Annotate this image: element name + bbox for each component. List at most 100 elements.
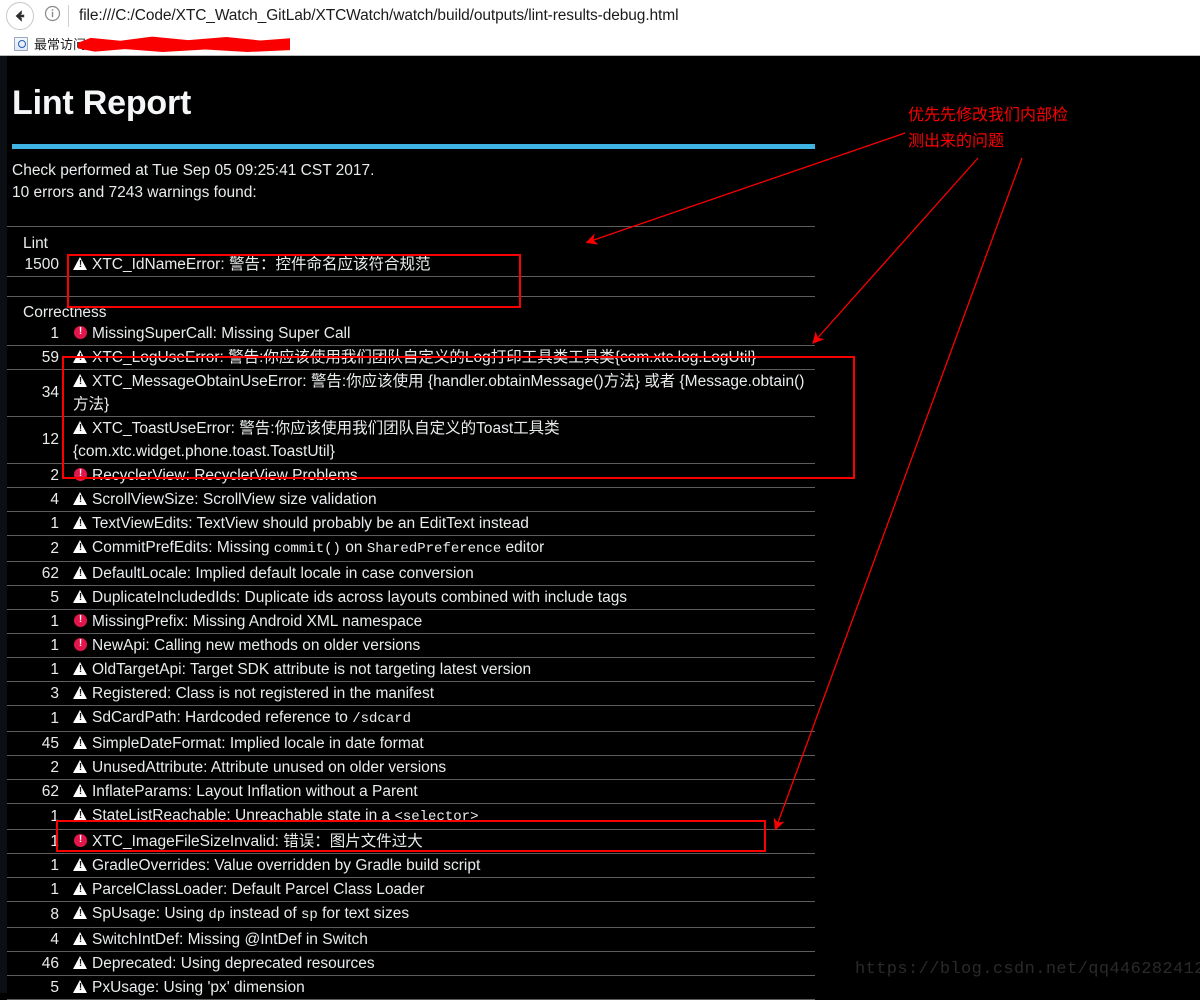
code-token: commit() — [273, 541, 341, 557]
issue-count: 1 — [7, 705, 69, 732]
issue-id[interactable]: UnusedAttribute: — [92, 759, 207, 776]
table-row[interactable]: 1 MissingPrefix: Missing Android XML nam… — [7, 609, 815, 634]
issue-description[interactable]: XTC_IdNameError: 警告：控件命名应该符合规范 — [69, 253, 815, 277]
issue-id[interactable]: Registered: — [92, 685, 171, 702]
table-row[interactable]: 5 PxUsage: Using 'px' dimension — [7, 975, 815, 1000]
issue-description[interactable]: Registered: Class is not registered in t… — [69, 681, 815, 706]
lint-report-page: Lint Report Check performed at Tue Sep 0… — [0, 56, 1200, 1000]
issue-description[interactable]: GradleOverrides: Value overridden by Gra… — [69, 853, 815, 878]
issue-description[interactable]: MissingPrefix: Missing Android XML names… — [69, 609, 815, 634]
error-circle-icon — [73, 467, 88, 482]
issue-description[interactable]: OldTargetApi: Target SDK attribute is no… — [69, 657, 815, 682]
issue-count: 2 — [7, 535, 69, 562]
table-row[interactable]: 5 DuplicateIncludedIds: Duplicate ids ac… — [7, 585, 815, 610]
issue-id[interactable]: SpUsage: — [92, 905, 160, 922]
table-row[interactable]: 4 SwitchIntDef: Missing @IntDef in Switc… — [7, 927, 815, 952]
issue-id[interactable]: DefaultLocale: — [92, 565, 191, 582]
url-bar-text[interactable]: file:///C:/Code/XTC_Watch_GitLab/XTCWatc… — [79, 7, 679, 25]
issue-description[interactable]: RecyclerView: RecyclerView Problems — [69, 463, 815, 488]
table-row[interactable]: 4 ScrollViewSize: ScrollView size valida… — [7, 487, 815, 512]
back-button[interactable] — [6, 2, 34, 30]
issue-text: Calling new methods on older versions — [154, 637, 421, 654]
issue-id[interactable]: SimpleDateFormat: — [92, 735, 226, 752]
issue-id[interactable]: TextViewEdits: — [92, 515, 193, 532]
issue-description[interactable]: XTC_ToastUseError: 警告:你应该使用我们团队自定义的Toast… — [69, 416, 815, 464]
issue-id[interactable]: CommitPrefEdits: — [92, 539, 213, 556]
issue-description[interactable]: XTC_ImageFileSizeInvalid: 错误：图片文件过大 — [69, 829, 815, 854]
issue-id[interactable]: SdCardPath: — [92, 709, 181, 726]
issue-text: Value overridden by Gradle build script — [214, 857, 481, 874]
issue-description[interactable]: CommitPrefEdits: Missing commit() on Sha… — [69, 535, 815, 562]
table-row[interactable]: 46 Deprecated: Using deprecated resource… — [7, 951, 815, 976]
issue-description[interactable]: XTC_MessageObtainUseError: 警告:你应该使用 {han… — [69, 369, 815, 417]
issue-description[interactable]: UnusedAttribute: Attribute unused on old… — [69, 755, 815, 780]
warning-triangle-icon — [73, 735, 88, 750]
table-row[interactable]: 12 XTC_ToastUseError: 警告:你应该使用我们团队自定义的To… — [7, 416, 815, 464]
issue-id[interactable]: Deprecated: — [92, 955, 176, 972]
issue-id[interactable]: XTC_ImageFileSizeInvalid: — [92, 833, 279, 850]
issue-id[interactable]: XTC_IdNameError: — [92, 256, 225, 273]
issue-id[interactable]: MissingSuperCall: — [92, 325, 217, 342]
issue-description[interactable]: DefaultLocale: Implied default locale in… — [69, 561, 815, 586]
table-row[interactable]: 1 OldTargetApi: Target SDK attribute is … — [7, 657, 815, 682]
issue-id[interactable]: NewApi: — [92, 637, 150, 654]
table-row[interactable]: 34 XTC_MessageObtainUseError: 警告:你应该使用 {… — [7, 369, 815, 417]
issue-description[interactable]: SpUsage: Using dp instead of sp for text… — [69, 901, 815, 928]
issue-description[interactable]: DuplicateIncludedIds: Duplicate ids acro… — [69, 585, 815, 610]
issue-description[interactable]: MissingSuperCall: Missing Super Call — [69, 322, 815, 346]
issue-id[interactable]: StateListReachable: — [92, 807, 231, 824]
issue-description[interactable]: Deprecated: Using deprecated resources — [69, 951, 815, 976]
issue-description[interactable]: StateListReachable: Unreachable state in… — [69, 803, 815, 830]
issue-id[interactable]: XTC_ToastUseError: — [92, 420, 235, 437]
table-row[interactable]: 2 UnusedAttribute: Attribute unused on o… — [7, 755, 815, 780]
url-divider — [68, 5, 69, 27]
issue-text: Implied default locale in case conversio… — [195, 565, 474, 582]
issue-id[interactable]: RecyclerView: — [92, 467, 190, 484]
table-row[interactable]: 1 MissingSuperCall: Missing Super Call — [7, 322, 815, 346]
issue-id[interactable]: ParcelClassLoader: — [92, 881, 227, 898]
issue-description[interactable]: ParcelClassLoader: Default Parcel Class … — [69, 877, 815, 902]
table-row[interactable]: 1 TextViewEdits: TextView should probabl… — [7, 511, 815, 536]
error-circle-icon — [73, 613, 88, 628]
issue-id[interactable]: InflateParams: — [92, 783, 192, 800]
site-info-button[interactable] — [40, 4, 64, 28]
summary-counts: 10 errors and 7243 warnings found: — [12, 184, 257, 201]
issue-count: 34 — [7, 369, 69, 417]
issue-description[interactable]: TextViewEdits: TextView should probably … — [69, 511, 815, 536]
issue-id[interactable]: ScrollViewSize: — [92, 491, 199, 508]
issue-count: 5 — [7, 975, 69, 1000]
issue-id[interactable]: DuplicateIncludedIds: — [92, 589, 240, 606]
issue-description[interactable]: XTC_LogUseError: 警告:你应该使用我们团队自定义的Log打印工具… — [69, 345, 815, 370]
issue-description[interactable]: PxUsage: Using 'px' dimension — [69, 975, 815, 1000]
table-row[interactable]: 1 StateListReachable: Unreachable state … — [7, 803, 815, 830]
issue-description[interactable]: SwitchIntDef: Missing @IntDef in Switch — [69, 927, 815, 952]
issue-id[interactable]: SwitchIntDef: — [92, 931, 183, 948]
table-row[interactable]: 62 InflateParams: Layout Inflation witho… — [7, 779, 815, 804]
issue-description[interactable]: ScrollViewSize: ScrollView size validati… — [69, 487, 815, 512]
issue-description[interactable]: SimpleDateFormat: Implied locale in date… — [69, 731, 815, 756]
table-row[interactable]: 1500 XTC_IdNameError: 警告：控件命名应该符合规范 — [7, 253, 815, 277]
table-row[interactable]: 2 CommitPrefEdits: Missing commit() on S… — [7, 535, 815, 562]
issue-id[interactable]: GradleOverrides: — [92, 857, 210, 874]
issue-id[interactable]: MissingPrefix: — [92, 613, 188, 630]
issue-id[interactable]: XTC_MessageObtainUseError: — [92, 373, 307, 390]
table-row[interactable]: 62 DefaultLocale: Implied default locale… — [7, 561, 815, 586]
table-row[interactable]: 1 ParcelClassLoader: Default Parcel Clas… — [7, 877, 815, 902]
issue-id[interactable]: OldTargetApi: — [92, 661, 186, 678]
table-row[interactable]: 1 GradleOverrides: Value overridden by G… — [7, 853, 815, 878]
table-row[interactable]: 8 SpUsage: Using dp instead of sp for te… — [7, 901, 815, 928]
table-row[interactable]: 59 XTC_LogUseError: 警告:你应该使用我们团队自定义的Log打… — [7, 345, 815, 370]
table-row[interactable]: 2 RecyclerView: RecyclerView Problems — [7, 463, 815, 488]
issue-text: 警告:你应该使用我们团队自定义的Log打印工具类工具类{com.xtc.log.… — [228, 349, 757, 366]
issue-description[interactable]: InflateParams: Layout Inflation without … — [69, 779, 815, 804]
table-row[interactable]: 3 Registered: Class is not registered in… — [7, 681, 815, 706]
issue-description[interactable]: SdCardPath: Hardcoded reference to /sdca… — [69, 705, 815, 732]
table-row[interactable]: 45 SimpleDateFormat: Implied locale in d… — [7, 731, 815, 756]
issue-id[interactable]: XTC_LogUseError: — [92, 349, 224, 366]
table-row[interactable]: 1 XTC_ImageFileSizeInvalid: 错误：图片文件过大 — [7, 829, 815, 854]
issue-description[interactable]: NewApi: Calling new methods on older ver… — [69, 633, 815, 658]
issue-id[interactable]: PxUsage: — [92, 979, 159, 996]
browser-nav-bar: file:///C:/Code/XTC_Watch_GitLab/XTCWatc… — [0, 0, 1200, 32]
table-row[interactable]: 1 SdCardPath: Hardcoded reference to /sd… — [7, 705, 815, 732]
table-row[interactable]: 1 NewApi: Calling new methods on older v… — [7, 633, 815, 658]
